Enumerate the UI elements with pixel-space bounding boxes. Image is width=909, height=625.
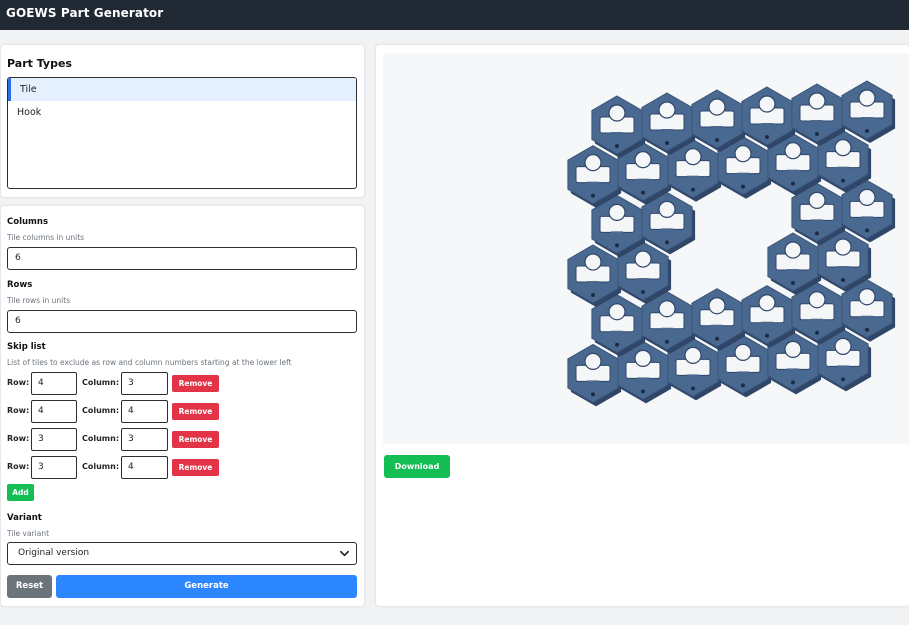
row-label: Row: (7, 434, 30, 443)
columns-input[interactable]: 6 (7, 247, 357, 270)
column-label: Column: (82, 406, 120, 415)
remove-button[interactable]: Remove (172, 403, 219, 420)
row-label: Row: (7, 378, 30, 387)
model-viewport[interactable] (383, 53, 909, 444)
preview-card: Download (375, 44, 909, 607)
hex-tile (841, 80, 896, 143)
column-label: Column: (82, 434, 120, 443)
skip-row-input[interactable]: 4 (31, 372, 77, 395)
download-button[interactable]: Download (384, 455, 450, 478)
variant-select[interactable]: Original version (7, 542, 357, 565)
remove-button[interactable]: Remove (172, 375, 219, 392)
skip-list-label: Skip list (7, 342, 46, 352)
generate-button[interactable]: Generate (56, 575, 357, 598)
remove-button[interactable]: Remove (172, 459, 219, 476)
reset-button[interactable]: Reset (7, 575, 52, 598)
skip-list-hint: List of tiles to exclude as row and colu… (7, 358, 292, 367)
tile-model-render (567, 80, 896, 407)
variant-label: Variant (7, 513, 42, 523)
parameters-card: Columns Tile columns in units 6 Rows Til… (0, 205, 365, 607)
column-label: Column: (82, 462, 120, 471)
part-types-list: Tile Hook (7, 77, 357, 189)
skip-list-entry: Row: 4 Column: 4 Remove (7, 400, 367, 423)
part-types-heading: Part Types (7, 57, 72, 70)
skip-row-input[interactable]: 3 (31, 428, 77, 451)
columns-hint: Tile columns in units (7, 233, 85, 242)
skip-list-entry: Row: 4 Column: 3 Remove (7, 372, 367, 395)
top-navbar: GOEWS Part Generator (0, 0, 909, 30)
skip-column-input[interactable]: 3 (121, 428, 168, 451)
skip-column-input[interactable]: 3 (121, 372, 168, 395)
part-types-card: Part Types Tile Hook (0, 44, 365, 198)
skip-row-input[interactable]: 3 (31, 456, 77, 479)
row-label: Row: (7, 406, 30, 415)
part-type-hook[interactable]: Hook (8, 101, 356, 124)
part-type-tile[interactable]: Tile (8, 78, 356, 101)
part-type-label: Tile (20, 84, 37, 95)
add-skip-entry-button[interactable]: Add (7, 484, 34, 501)
active-indicator (8, 78, 11, 101)
hex-tile (567, 343, 622, 407)
rows-hint: Tile rows in units (7, 296, 71, 305)
skip-column-input[interactable]: 4 (121, 456, 168, 479)
skip-list-entry: Row: 3 Column: 3 Remove (7, 428, 367, 451)
skip-column-input[interactable]: 4 (121, 400, 168, 423)
part-type-label: Hook (17, 107, 42, 118)
rows-label: Rows (7, 280, 33, 290)
skip-list-entry: Row: 3 Column: 4 Remove (7, 456, 367, 479)
remove-button[interactable]: Remove (172, 431, 219, 448)
columns-label: Columns (7, 217, 49, 227)
chevron-down-icon (340, 550, 349, 557)
variant-hint: Tile variant (7, 529, 50, 538)
app-title[interactable]: GOEWS Part Generator (6, 6, 163, 20)
variant-selected-value: Original version (18, 548, 90, 558)
rows-input[interactable]: 6 (7, 310, 357, 333)
column-label: Column: (82, 378, 120, 387)
row-label: Row: (7, 462, 30, 471)
skip-row-input[interactable]: 4 (31, 400, 77, 423)
